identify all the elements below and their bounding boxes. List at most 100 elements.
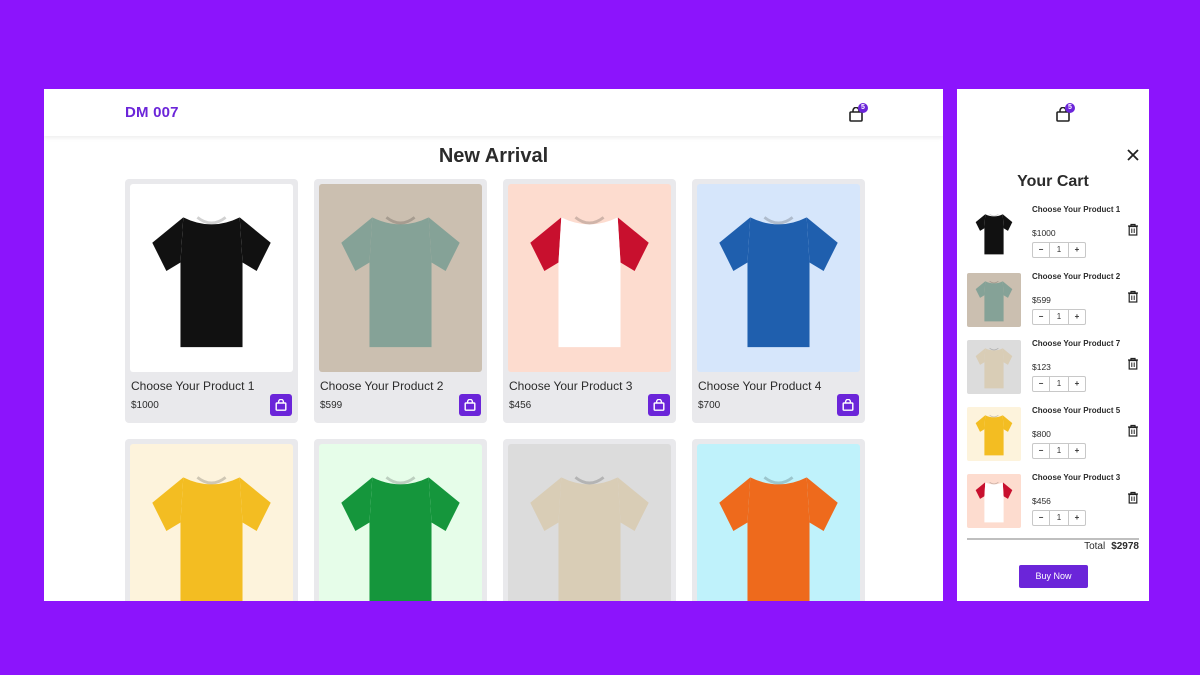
cart-count-badge: 5 (858, 103, 868, 113)
product-image[interactable] (319, 184, 482, 372)
product-image[interactable] (508, 444, 671, 601)
decrease-button[interactable]: − (1033, 243, 1049, 257)
trash-icon (1128, 424, 1138, 437)
product-image[interactable] (697, 444, 860, 601)
increase-button[interactable]: + (1069, 243, 1085, 257)
product-price: $700 (698, 400, 721, 411)
cart-item-name: Choose Your Product 7 (1032, 339, 1121, 348)
quantity-stepper: −1 + (1032, 309, 1086, 325)
quantity-value[interactable]: 1 (1049, 310, 1069, 324)
total-label: Total (1084, 541, 1106, 552)
total-value: $2978 (1111, 541, 1139, 552)
cart-item-name: Choose Your Product 2 (1032, 272, 1121, 281)
remove-item-button[interactable] (1127, 223, 1139, 236)
tshirt-icon (519, 194, 660, 367)
cart-item: Choose Your Product 2 $599 −1 + (967, 273, 1142, 329)
trash-icon (1128, 357, 1138, 370)
close-icon (1127, 149, 1139, 161)
decrease-button[interactable]: − (1033, 511, 1049, 525)
remove-item-button[interactable] (1127, 491, 1139, 504)
product-name: Choose Your Product 2 (320, 379, 444, 393)
add-to-cart-button[interactable] (270, 394, 292, 416)
product-image[interactable] (130, 184, 293, 372)
tshirt-icon (972, 343, 1016, 394)
shopping-bag-icon (464, 399, 476, 411)
product-price: $599 (320, 400, 343, 411)
divider (967, 538, 1139, 540)
tshirt-icon (141, 454, 282, 601)
product-name: Choose Your Product 1 (131, 379, 255, 393)
shopping-bag-icon (842, 399, 854, 411)
remove-item-button[interactable] (1127, 424, 1139, 437)
cart-button[interactable]: 5 (1053, 103, 1077, 127)
header: DM 007 5 (44, 89, 943, 136)
cart-item-price: $456 (1032, 496, 1051, 506)
cart-item-image (967, 407, 1021, 461)
product-price: $456 (509, 400, 532, 411)
decrease-button[interactable]: − (1033, 377, 1049, 391)
cart-item-price: $599 (1032, 295, 1051, 305)
product-image[interactable] (508, 184, 671, 372)
cart-item-image (967, 474, 1021, 528)
cart-button[interactable]: 5 (846, 103, 870, 127)
quantity-stepper: −1 + (1032, 510, 1086, 526)
increase-button[interactable]: + (1069, 377, 1085, 391)
decrease-button[interactable]: − (1033, 310, 1049, 324)
logo[interactable]: DM 007 (125, 104, 179, 121)
tshirt-icon (972, 209, 1016, 260)
product-card[interactable]: Choose Your Product 3 $456 (503, 179, 676, 423)
product-card[interactable]: Choose Your Product 2 $599 (314, 179, 487, 423)
cart-item-image (967, 206, 1021, 260)
product-card[interactable] (692, 439, 865, 601)
shopping-bag-icon (653, 399, 665, 411)
quantity-stepper: −1 + (1032, 242, 1086, 258)
product-card[interactable]: Choose Your Product 4 $700 (692, 179, 865, 423)
product-image[interactable] (130, 444, 293, 601)
increase-button[interactable]: + (1069, 511, 1085, 525)
page-title: New Arrival (438, 145, 549, 167)
buy-now-button[interactable]: Buy Now (1019, 565, 1088, 588)
product-card[interactable]: Choose Your Product 1 $1000 (125, 179, 298, 423)
product-card[interactable] (503, 439, 676, 601)
product-name: Choose Your Product 3 (509, 379, 633, 393)
cart-item: Choose Your Product 5 $800 −1 + (967, 407, 1142, 463)
tshirt-icon (519, 454, 660, 601)
tshirt-icon (141, 194, 282, 367)
product-image[interactable] (697, 184, 860, 372)
add-to-cart-button[interactable] (459, 394, 481, 416)
tshirt-icon (972, 276, 1016, 327)
add-to-cart-button[interactable] (648, 394, 670, 416)
cart-title: Your Cart (1017, 173, 1089, 190)
remove-item-button[interactable] (1127, 357, 1139, 370)
cart-total: Total $2978 (1084, 541, 1139, 552)
trash-icon (1128, 491, 1138, 504)
increase-button[interactable]: + (1069, 444, 1085, 458)
product-card[interactable] (125, 439, 298, 601)
cart-item-price: $1000 (1032, 228, 1056, 238)
quantity-value[interactable]: 1 (1049, 511, 1069, 525)
add-to-cart-button[interactable] (837, 394, 859, 416)
tshirt-icon (972, 477, 1016, 528)
decrease-button[interactable]: − (1033, 444, 1049, 458)
cart-item-image (967, 273, 1021, 327)
quantity-stepper: −1 + (1032, 376, 1086, 392)
quantity-value[interactable]: 1 (1049, 377, 1069, 391)
product-price: $1000 (131, 400, 159, 411)
quantity-stepper: −1 + (1032, 443, 1086, 459)
increase-button[interactable]: + (1069, 310, 1085, 324)
cart-item-price: $123 (1032, 362, 1051, 372)
close-cart-button[interactable] (1126, 148, 1140, 162)
cart-item-image (967, 340, 1021, 394)
product-card[interactable] (314, 439, 487, 601)
quantity-value[interactable]: 1 (1049, 444, 1069, 458)
remove-item-button[interactable] (1127, 290, 1139, 303)
tshirt-icon (972, 410, 1016, 461)
tshirt-icon (708, 194, 849, 367)
quantity-value[interactable]: 1 (1049, 243, 1069, 257)
cart-item: Choose Your Product 7 $123 −1 + (967, 340, 1142, 396)
trash-icon (1128, 290, 1138, 303)
cart-count-badge: 5 (1065, 103, 1075, 113)
product-name: Choose Your Product 4 (698, 379, 822, 393)
cart-item-name: Choose Your Product 1 (1032, 205, 1121, 214)
product-image[interactable] (319, 444, 482, 601)
